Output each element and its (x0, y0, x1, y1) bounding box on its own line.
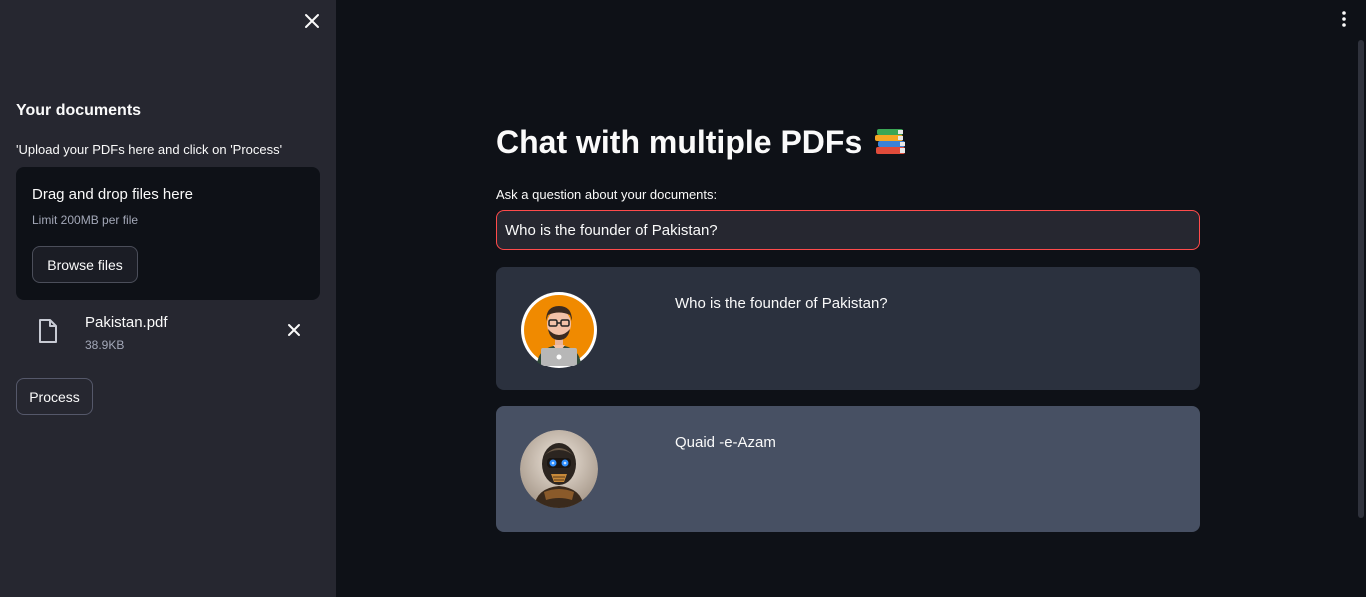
chat-message-bot: Quaid -e-Azam (496, 406, 1200, 532)
sidebar-title: Your documents (16, 102, 142, 119)
browse-files-button[interactable]: Browse files (32, 246, 138, 283)
uploaded-file: Pakistan.pdf 38.9KB (16, 310, 320, 356)
dropzone-limit: Limit 200MB per file (32, 213, 139, 227)
dropzone-title: Drag and drop files here (32, 186, 193, 203)
process-button[interactable]: Process (16, 378, 93, 415)
file-icon (38, 318, 58, 344)
file-size: 38.9KB (85, 338, 125, 352)
file-dropzone[interactable]: Drag and drop files here Limit 200MB per… (16, 167, 320, 300)
question-label: Ask a question about your documents: (496, 187, 718, 202)
user-message-text: Who is the founder of Pakistan? (675, 295, 888, 312)
sidebar-caption: 'Upload your PDFs here and click on 'Pro… (16, 142, 283, 157)
remove-file-icon[interactable] (286, 322, 302, 338)
bot-avatar (520, 430, 598, 508)
page-title: Chat with multiple PDFs (496, 124, 908, 161)
books-icon (874, 127, 908, 159)
bot-message-text: Quaid -e-Azam (675, 434, 776, 451)
file-name: Pakistan.pdf (85, 314, 168, 331)
user-avatar (520, 291, 598, 369)
main-menu-icon[interactable] (1337, 10, 1351, 28)
chat-message-user: Who is the founder of Pakistan? (496, 267, 1200, 390)
scrollbar[interactable] (1358, 40, 1364, 518)
page-title-text: Chat with multiple PDFs (496, 124, 863, 160)
question-input[interactable] (496, 210, 1200, 250)
sidebar: Your documents 'Upload your PDFs here an… (0, 0, 336, 597)
close-icon[interactable] (302, 11, 322, 31)
